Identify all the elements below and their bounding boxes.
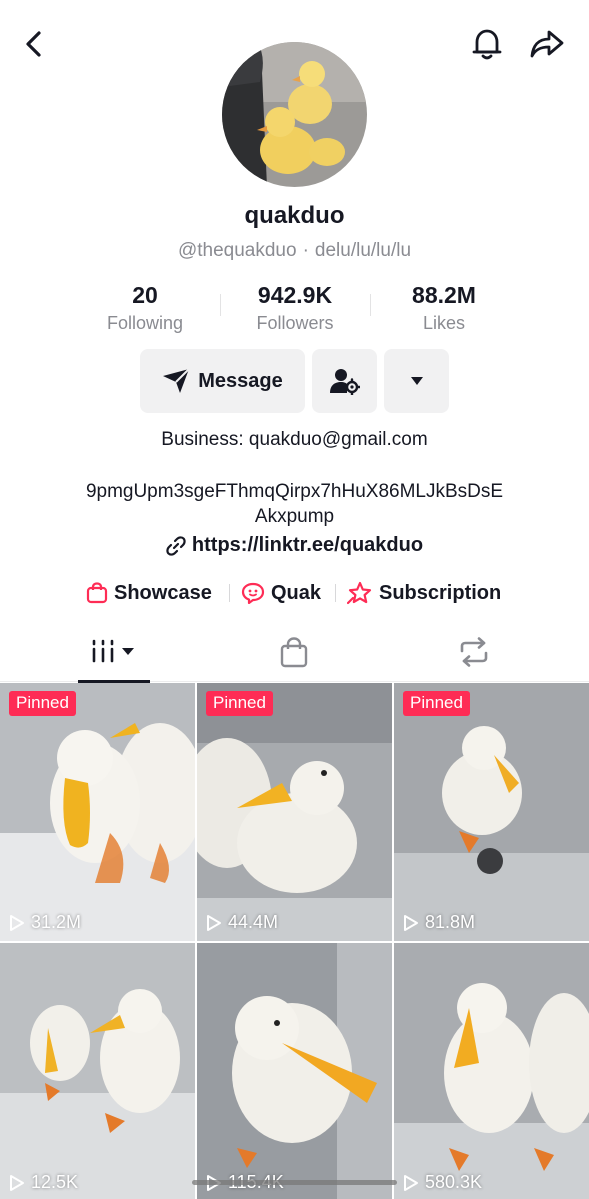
bio-text-line1: 9pmgUpm3sgeFThmqQirpx7hHuX86MLJkBsDsE <box>85 481 504 502</box>
play-icon <box>10 914 24 931</box>
user-settings-icon <box>329 369 360 395</box>
handle-separator: · <box>302 240 309 261</box>
user-options-button[interactable] <box>312 349 377 413</box>
link-icon <box>166 535 186 556</box>
view-count: 31.2M <box>9 912 81 933</box>
view-count-value: 31.2M <box>31 912 82 932</box>
video-grid: Pinned 31.2M Pinned 44.4M Pinned 81.8M 1… <box>0 683 589 1199</box>
handle-line: @thequakduo · delu/lu/lu/lu <box>0 240 589 262</box>
subscription-link[interactable]: Subscription <box>347 577 501 609</box>
stat-following[interactable]: 20 Following <box>75 282 215 334</box>
pinned-badge: Pinned <box>403 691 470 716</box>
chat-bubble-icon <box>241 582 265 604</box>
showcase-label: Showcase <box>114 581 212 604</box>
play-icon <box>10 1174 24 1191</box>
notifications-button[interactable] <box>469 26 505 62</box>
feature-divider <box>335 584 336 602</box>
view-count: 81.8M <box>403 912 475 933</box>
pronouns: delu/lu/lu/lu <box>314 240 412 261</box>
caret-down-icon <box>410 377 423 385</box>
stat-divider <box>220 294 221 316</box>
stat-likes: 88.2M Likes <box>374 282 514 334</box>
share-button[interactable] <box>528 26 566 62</box>
likes-count: 88.2M <box>412 282 476 308</box>
tab-reposts[interactable] <box>438 622 510 682</box>
following-label: Following <box>106 313 184 333</box>
message-button[interactable]: Message <box>140 349 305 413</box>
view-count: 580.3K <box>403 1172 482 1193</box>
followers-label: Followers <box>256 313 334 333</box>
showcase-link[interactable]: Showcase <box>86 577 212 609</box>
following-count: 20 <box>132 282 158 308</box>
quak-label: Quak <box>271 581 322 604</box>
star-icon <box>347 581 372 605</box>
bell-icon <box>472 29 502 60</box>
stats-row: 20 Following 942.9K Followers 88.2M Like… <box>0 282 589 338</box>
back-button[interactable] <box>18 28 50 60</box>
video-thumbnail[interactable]: Pinned 44.4M <box>197 683 392 941</box>
view-count: 44.4M <box>206 912 278 933</box>
stat-divider <box>370 294 371 316</box>
chevron-left-icon <box>26 31 41 57</box>
video-thumbnail[interactable]: 12.5K <box>0 943 195 1199</box>
play-icon <box>404 914 418 931</box>
quak-link[interactable]: Quak <box>241 577 321 609</box>
avatar[interactable] <box>222 42 367 187</box>
message-label: Message <box>198 369 283 392</box>
view-count-value: 44.4M <box>228 912 279 932</box>
repost-icon <box>460 637 488 667</box>
bio-business: Business: quakduo@gmail.com <box>161 429 428 450</box>
view-count-value: 580.3K <box>425 1172 483 1192</box>
bio-link-text: https://linktr.ee/quakduo <box>191 534 424 556</box>
shopping-bag-icon <box>86 582 108 604</box>
video-thumbnail[interactable]: Pinned 31.2M <box>0 683 195 941</box>
bio-link[interactable]: https://linktr.ee/quakduo <box>0 534 589 557</box>
shop-bag-icon <box>280 637 308 668</box>
play-icon <box>404 1174 418 1191</box>
likes-label: Likes <box>422 313 466 333</box>
more-options-button[interactable] <box>384 349 449 413</box>
pinned-badge: Pinned <box>206 691 273 716</box>
display-name: quakduo <box>244 202 345 229</box>
handle: @thequakduo <box>177 240 297 261</box>
view-count: 12.5K <box>9 1172 78 1193</box>
tab-shop[interactable] <box>258 622 330 682</box>
followers-count: 942.9K <box>257 282 333 308</box>
feature-links: Showcase Quak Subscription <box>0 577 589 609</box>
video-thumbnail[interactable]: 115.4K <box>197 943 392 1199</box>
play-icon <box>207 914 221 931</box>
bio-text-line2: Akxpump <box>254 506 335 527</box>
stat-followers[interactable]: 942.9K Followers <box>225 282 365 334</box>
action-buttons: Message <box>0 349 589 413</box>
view-count-value: 81.8M <box>425 912 476 932</box>
pinned-badge: Pinned <box>9 691 76 716</box>
feature-divider <box>229 584 230 602</box>
view-count-value: 12.5K <box>31 1172 79 1192</box>
tab-videos[interactable] <box>78 622 150 683</box>
video-thumbnail[interactable]: 580.3K <box>394 943 589 1199</box>
send-icon <box>163 368 190 393</box>
share-arrow-icon <box>530 30 564 58</box>
video-thumbnail[interactable]: Pinned 81.8M <box>394 683 589 941</box>
profile-tabs <box>0 622 589 683</box>
horizontal-scrollbar[interactable] <box>192 1180 397 1185</box>
grid-videos-icon <box>92 639 134 663</box>
subscription-label: Subscription <box>379 581 502 604</box>
